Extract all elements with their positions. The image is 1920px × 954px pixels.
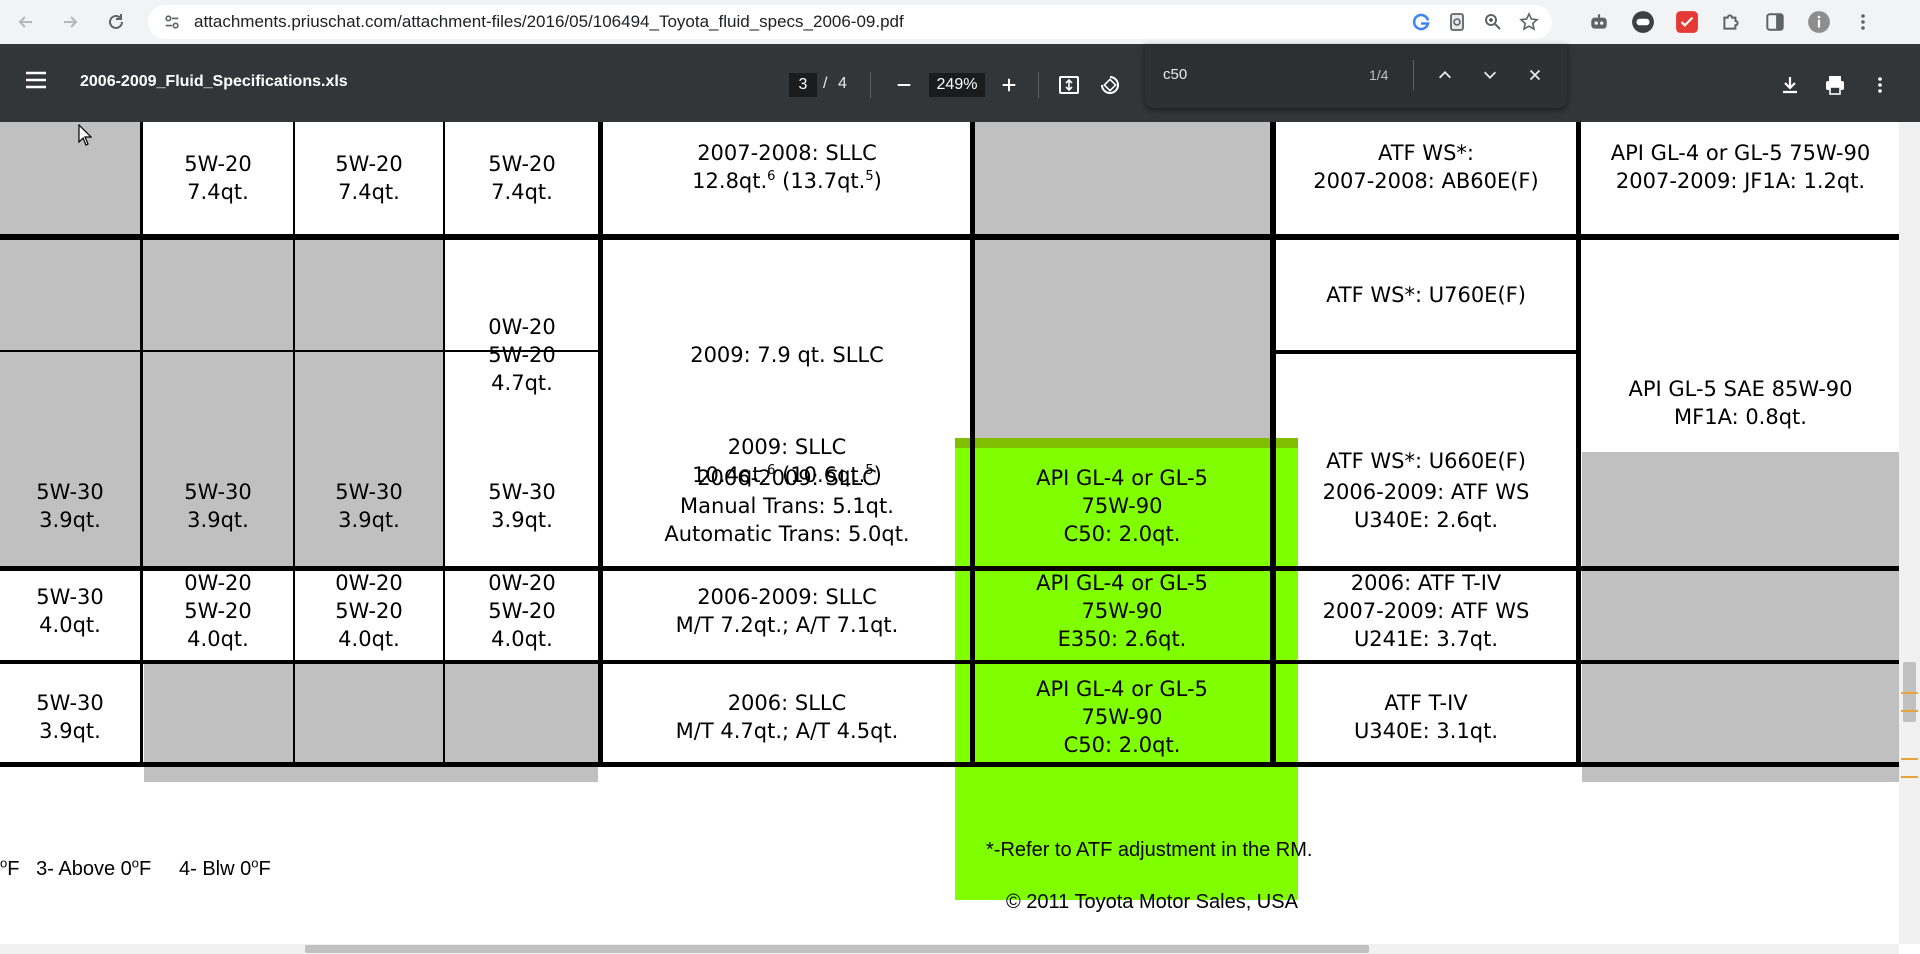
- extension-badge-icon[interactable]: [1626, 6, 1660, 38]
- oil-cell: 5W-20 7.4qt.: [184, 152, 252, 204]
- toolbar-divider: [870, 72, 871, 98]
- address-bar[interactable]: attachments.priuschat.com/attachment-fil…: [148, 5, 1552, 39]
- mouse-cursor-icon: [78, 124, 92, 146]
- oil-cell: 5W-30 3.9qt.: [488, 480, 556, 532]
- oil-cell: 5W-30 4.0qt.: [36, 585, 104, 637]
- browser-toolbar: attachments.priuschat.com/attachment-fil…: [0, 0, 1920, 44]
- search-match-marker: [1901, 758, 1918, 760]
- search-document-icon[interactable]: [1442, 8, 1472, 36]
- copyright-text: © 2011 Toyota Motor Sales, USA: [1006, 891, 1298, 913]
- coolant-line: 12.8qt.6 (13.7qt.5): [692, 169, 882, 193]
- empty-cell: [974, 122, 1270, 234]
- oil-cell: 5W-30 3.9qt.: [184, 480, 252, 532]
- total-pages: 4: [838, 75, 847, 92]
- browser-menu-icon[interactable]: [1846, 6, 1880, 38]
- oil-cell: 5W-20 7.4qt.: [488, 152, 556, 204]
- extension-red-icon[interactable]: [1670, 6, 1704, 38]
- extension-robot-icon[interactable]: [1582, 6, 1616, 38]
- find-input[interactable]: c50: [1163, 66, 1187, 83]
- oil-cell: 0W-20 5W-20 4.0qt.: [488, 571, 556, 651]
- grid-line: [598, 122, 603, 762]
- coolant-cell: 2006-2009: SLLC M/T 7.2qt.; A/T 7.1qt.: [675, 585, 899, 637]
- grid-line: [293, 122, 295, 762]
- trans-cell: API GL-4 or GL-5 75W-90 E350: 2.6qt.: [1036, 571, 1208, 651]
- close-icon[interactable]: [1522, 62, 1548, 88]
- grid-line: [140, 122, 143, 762]
- atf-cell: ATF T-IV U340E: 3.1qt.: [1353, 691, 1499, 743]
- find-match-count: 1/4: [1369, 67, 1389, 83]
- empty-cell: [0, 122, 140, 234]
- oil-cell: 0W-20 5W-20 4.0qt.: [184, 571, 252, 651]
- current-page-input[interactable]: 3: [789, 73, 817, 97]
- reload-icon[interactable]: [98, 4, 134, 40]
- atf-cell: ATF WS*: U760E(F): [1326, 283, 1526, 307]
- fit-to-page-icon[interactable]: [1056, 72, 1082, 98]
- oil-cell: 5W-30 3.9qt.: [36, 691, 104, 743]
- oil-cell: 0W-20 5W-20 4.0qt.: [335, 571, 403, 651]
- grid-line: [0, 660, 1899, 664]
- grid-line: [0, 762, 1899, 767]
- side-panel-icon[interactable]: [1758, 6, 1792, 38]
- zoom-in-icon[interactable]: [996, 72, 1022, 98]
- grid-line: [1270, 122, 1276, 762]
- pdf-toolbar: 2006-2009_Fluid_Specifications.xls 3 / 4…: [0, 44, 1920, 122]
- zoom-level-input[interactable]: 249%: [929, 73, 985, 97]
- hamburger-menu-icon[interactable]: [24, 70, 54, 96]
- forward-icon[interactable]: [52, 4, 88, 40]
- atf-cell: ATF WS*: 2007-2008: AB60E(F): [1313, 141, 1539, 193]
- more-options-icon[interactable]: [1867, 72, 1893, 98]
- diff-cell: API GL-4 or GL-5 75W-90 2007-2009: JF1A:…: [1610, 141, 1871, 193]
- grid-line: [0, 234, 1899, 240]
- vertical-scrollbar[interactable]: [1899, 122, 1920, 944]
- oil-cell: 0W-20 5W-20 4.7qt.: [488, 315, 556, 395]
- coolant-cell: 2006-2009: SLLC Manual Trans: 5.1qt. Aut…: [664, 466, 910, 546]
- diff-cell: API GL-5 SAE 85W-90 MF1A: 0.8qt.: [1628, 377, 1853, 429]
- download-icon[interactable]: [1777, 72, 1803, 98]
- scroll-thumb[interactable]: [305, 945, 1369, 953]
- grid-line: [443, 122, 445, 762]
- back-icon[interactable]: [8, 4, 44, 40]
- document-title: 2006-2009_Fluid_Specifications.xls: [80, 73, 348, 90]
- url-text[interactable]: attachments.priuschat.com/attachment-fil…: [194, 12, 904, 32]
- grid-line: [0, 350, 598, 352]
- site-settings-icon[interactable]: [160, 10, 184, 34]
- oil-cell: 5W-30 3.9qt.: [36, 480, 104, 532]
- oil-cell: 5W-20 7.4qt.: [335, 152, 403, 204]
- search-match-marker: [1901, 710, 1918, 712]
- search-highlight-active: [955, 438, 1298, 448]
- profile-avatar-icon[interactable]: [1802, 6, 1836, 38]
- temp-footnote: oF 3- Above 0oF 4- Blw 0oF: [0, 855, 271, 880]
- zoom-out-icon[interactable]: [891, 72, 917, 98]
- find-divider: [1413, 60, 1414, 90]
- coolant-line: 2007-2008: SLLC: [697, 141, 877, 165]
- coolant-cell: 2007-2008: SLLC 12.8qt.6 (13.7qt.5): [604, 122, 970, 234]
- find-bar: c50 1/4: [1145, 44, 1567, 108]
- print-icon[interactable]: [1822, 72, 1848, 98]
- oil-cell: 5W-30 3.9qt.: [335, 480, 403, 532]
- atf-footnote: *-Refer to ATF adjustment in the RM.: [986, 839, 1313, 861]
- coolant-cell: 2006: SLLC M/T 4.7qt.; A/T 4.5qt.: [675, 691, 899, 743]
- page-separator: /: [823, 75, 828, 92]
- rotate-icon[interactable]: [1097, 72, 1123, 98]
- bookmark-star-icon[interactable]: [1514, 8, 1544, 36]
- horizontal-scrollbar[interactable]: [0, 944, 1899, 954]
- grid-line: [0, 566, 1899, 571]
- google-lens-icon[interactable]: [1406, 8, 1436, 36]
- extensions-puzzle-icon[interactable]: [1714, 6, 1748, 38]
- toolbar-divider: [1038, 72, 1039, 98]
- trans-cell: API GL-4 or GL-5 75W-90 C50: 2.0qt.: [1036, 466, 1208, 546]
- atf-cell: 2006-2009: ATF WS U340E: 2.6qt.: [1322, 480, 1530, 532]
- trans-cell: API GL-4 or GL-5 75W-90 C50: 2.0qt.: [1036, 677, 1208, 757]
- grid-line: [1276, 350, 1581, 354]
- grid-line: [1576, 122, 1581, 762]
- pdf-page: 5W-20 7.4qt. 5W-20 7.4qt. 5W-20 7.4qt. 2…: [0, 122, 1920, 944]
- chevron-up-icon[interactable]: [1432, 62, 1458, 88]
- search-match-marker: [1901, 776, 1918, 778]
- grid-line: [970, 122, 975, 762]
- zoom-icon[interactable]: [1478, 8, 1508, 36]
- chevron-down-icon[interactable]: [1477, 62, 1503, 88]
- atf-cell: 2006: ATF T-IV 2007-2009: ATF WS U241E: …: [1322, 571, 1530, 651]
- search-match-marker: [1901, 692, 1918, 694]
